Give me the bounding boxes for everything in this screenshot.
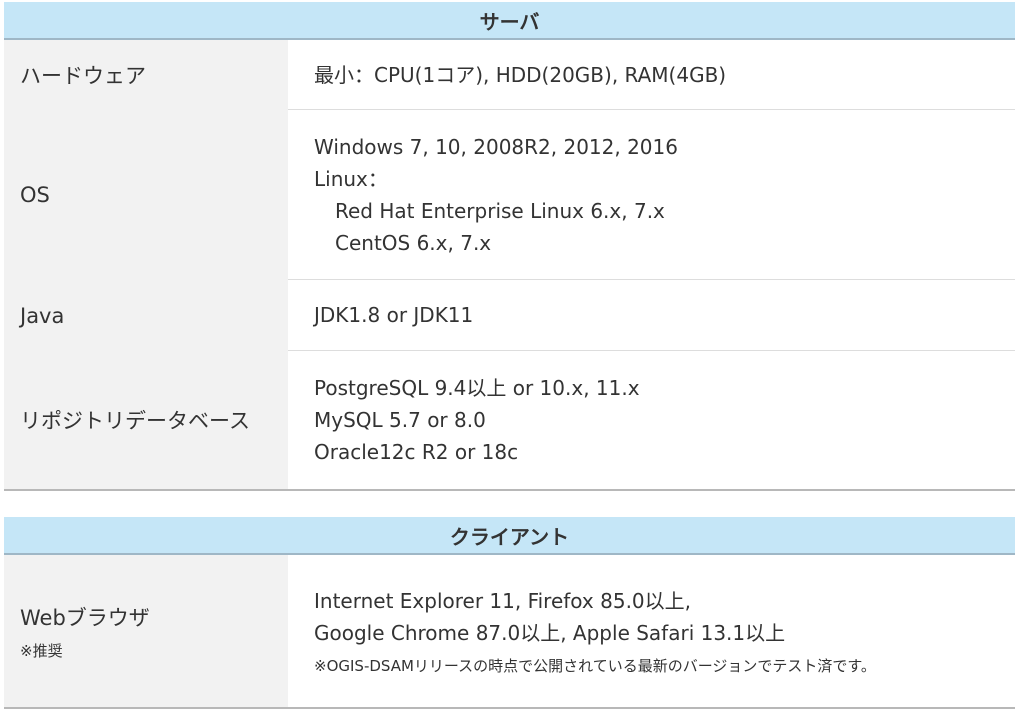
- db-oracle: Oracle12c R2 or 18c: [314, 440, 519, 464]
- db-postgresql: PostgreSQL 9.4以上 or 10.x, 11.x: [314, 376, 640, 400]
- web-browser-label: Webブラウザ: [20, 605, 150, 630]
- java-version: JDK1.8 or JDK11: [314, 303, 474, 327]
- row-label-java: Java: [4, 280, 288, 351]
- table-row-os: OS Windows 7, 10, 2008R2, 2012, 2016 Lin…: [4, 110, 1015, 280]
- table-row-java: Java JDK1.8 or JDK11: [4, 280, 1015, 351]
- table-row-hardware: ハードウェア 最小：CPU(1コア), HDD(20GB), RAM(4GB): [4, 40, 1015, 110]
- row-label-web-browser: Webブラウザ ※推奨: [4, 555, 288, 707]
- server-table-bottom-rule: [4, 489, 1015, 491]
- row-value-repository-db: PostgreSQL 9.4以上 or 10.x, 11.x MySQL 5.7…: [288, 351, 1015, 489]
- client-table-header: クライアント: [4, 517, 1015, 555]
- row-value-java: JDK1.8 or JDK11: [288, 280, 1015, 351]
- hardware-spec: 最小：CPU(1コア), HDD(20GB), RAM(4GB): [314, 62, 727, 87]
- browser-line-2: Google Chrome 87.0以上, Apple Safari 13.1以…: [314, 621, 786, 645]
- row-value-web-browser: Internet Explorer 11, Firefox 85.0以上, Go…: [288, 555, 1015, 707]
- os-redhat: Red Hat Enterprise Linux 6.x, 7.x: [335, 198, 665, 223]
- table-row-repository-db: リポジトリデータベース PostgreSQL 9.4以上 or 10.x, 11…: [4, 351, 1015, 489]
- recommended-note: ※推奨: [20, 641, 63, 660]
- client-table: クライアント Webブラウザ ※推奨 Internet Explorer 11,…: [4, 517, 1015, 709]
- table-row-web-browser: Webブラウザ ※推奨 Internet Explorer 11, Firefo…: [4, 555, 1015, 707]
- server-table-header: サーバ: [4, 2, 1015, 40]
- client-table-bottom-rule: [4, 707, 1015, 709]
- row-value-hardware: 最小：CPU(1コア), HDD(20GB), RAM(4GB): [288, 40, 1015, 110]
- row-label-os: OS: [4, 110, 288, 280]
- row-label-repository-db: リポジトリデータベース: [4, 351, 288, 489]
- os-windows: Windows 7, 10, 2008R2, 2012, 2016: [314, 134, 678, 159]
- row-label-hardware: ハードウェア: [4, 40, 288, 110]
- server-table: サーバ ハードウェア 最小：CPU(1コア), HDD(20GB), RAM(4…: [4, 2, 1015, 491]
- os-centos: CentOS 6.x, 7.x: [335, 230, 492, 255]
- row-value-os: Windows 7, 10, 2008R2, 2012, 2016 Linux：…: [288, 110, 1015, 280]
- os-linux: Linux：: [314, 166, 388, 191]
- tested-note: ※OGIS-DSAMリリースの時点で公開されている最新のバージョンでテスト済です…: [314, 657, 876, 675]
- db-mysql: MySQL 5.7 or 8.0: [314, 408, 486, 432]
- browser-line-1: Internet Explorer 11, Firefox 85.0以上,: [314, 589, 692, 613]
